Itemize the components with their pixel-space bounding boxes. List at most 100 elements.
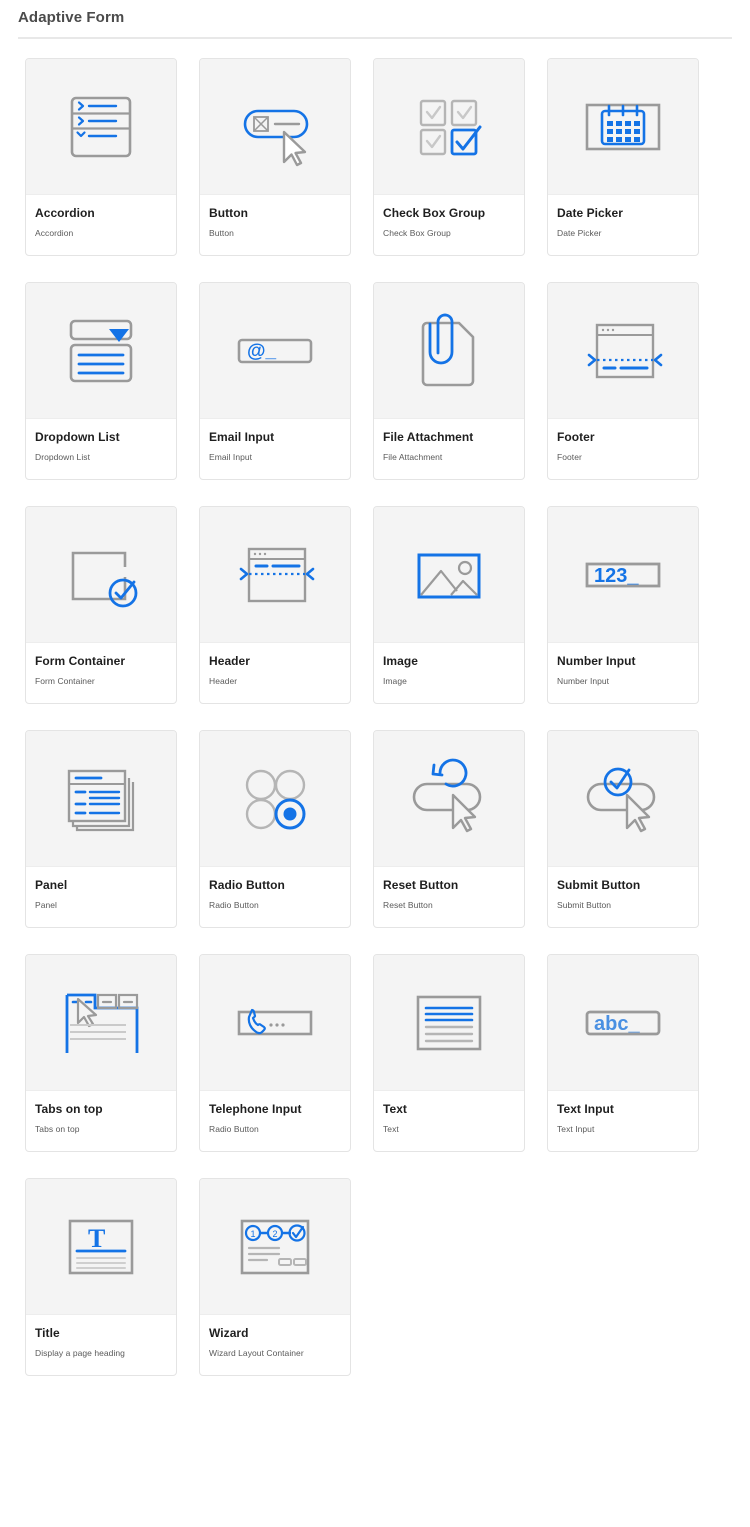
component-card-title[interactable]: T Title Display a page heading <box>25 1178 177 1376</box>
card-media <box>374 731 524 867</box>
card-media <box>548 59 698 195</box>
calendar-icon <box>585 103 661 150</box>
component-card-telephone-input[interactable]: Telephone Input Radio Button <box>199 954 351 1152</box>
svg-text:abc_: abc_ <box>594 1013 640 1035</box>
submit-button-icon <box>586 767 656 832</box>
svg-text:@_: @_ <box>247 341 277 362</box>
component-card-dropdown-list[interactable]: Dropdown List Dropdown List <box>25 282 177 480</box>
card-body: Date Picker Date Picker <box>548 195 698 255</box>
footer-icon <box>587 323 663 378</box>
card-body: Wizard Wizard Layout Container <box>200 1315 350 1375</box>
card-media: 1 2 <box>200 1179 350 1315</box>
button-icon <box>243 109 309 166</box>
card-title: Footer <box>557 430 595 444</box>
card-subtitle: Number Input <box>557 676 610 686</box>
text-icon <box>416 995 482 1050</box>
svg-text:123_: 123_ <box>594 565 639 587</box>
component-card-check-box-group[interactable]: Check Box Group Check Box Group <box>373 58 525 256</box>
component-card-footer[interactable]: Footer Footer <box>547 282 699 480</box>
card-subtitle: Footer <box>557 452 582 462</box>
card-media <box>200 59 350 195</box>
component-card-button[interactable]: Button Button <box>199 58 351 256</box>
component-card-text[interactable]: Text Text <box>373 954 525 1152</box>
number-input-icon: 123_ <box>585 562 661 587</box>
card-media <box>26 731 176 867</box>
card-subtitle: Wizard Layout Container <box>209 1348 304 1358</box>
card-media: abc_ <box>548 955 698 1091</box>
component-card-image[interactable]: Image Image <box>373 506 525 704</box>
card-title: Form Container <box>35 654 126 668</box>
card-title: Tabs on top <box>35 1102 103 1116</box>
component-card-reset-button[interactable]: Reset Button Reset Button <box>373 730 525 928</box>
card-body: Number Input Number Input <box>548 643 698 703</box>
radio-button-icon <box>245 769 306 829</box>
card-title: Date Picker <box>557 206 623 220</box>
accordion-icon <box>70 96 132 157</box>
card-body: File Attachment File Attachment <box>374 419 524 479</box>
card-body: Dropdown List Dropdown List <box>26 419 176 479</box>
component-card-wizard[interactable]: 1 2 Wizard Wizard Layout Container <box>199 1178 351 1376</box>
card-media <box>26 283 176 419</box>
card-subtitle: Radio Button <box>209 900 259 910</box>
component-card-accordion[interactable]: Accordion Accordion <box>25 58 177 256</box>
header-divider <box>18 37 732 39</box>
component-card-header[interactable]: Header Header <box>199 506 351 704</box>
form-container-icon <box>71 551 138 607</box>
card-subtitle: Display a page heading <box>35 1348 125 1358</box>
card-subtitle: Submit Button <box>557 900 612 910</box>
card-title: Panel <box>35 878 68 892</box>
component-card-submit-button[interactable]: Submit Button Submit Button <box>547 730 699 928</box>
card-subtitle: Email Input <box>209 452 253 462</box>
card-body: Button Button <box>200 195 350 255</box>
text-input-icon: abc_ <box>585 1010 661 1035</box>
card-media <box>548 731 698 867</box>
card-body: Header Header <box>200 643 350 703</box>
svg-text:T: T <box>88 1224 105 1253</box>
card-body: Email Input Email Input <box>200 419 350 479</box>
card-media <box>548 283 698 419</box>
card-subtitle: Dropdown List <box>35 452 90 462</box>
card-title: Wizard <box>209 1326 249 1340</box>
card-subtitle: Header <box>209 676 238 686</box>
page-header: Adaptive Form <box>0 0 750 27</box>
card-subtitle: Button <box>209 228 234 238</box>
card-media <box>374 283 524 419</box>
card-media <box>374 59 524 195</box>
card-body: Radio Button Radio Button <box>200 867 350 927</box>
card-subtitle: Radio Button <box>209 1124 259 1134</box>
card-title: Email Input <box>209 430 275 444</box>
paperclip-document-icon <box>421 313 475 386</box>
card-media <box>26 507 176 643</box>
component-card-form-container[interactable]: Form Container Form Container <box>25 506 177 704</box>
component-card-number-input[interactable]: 123_ Number Input Number Input <box>547 506 699 704</box>
card-title: Text Input <box>557 1102 614 1116</box>
card-subtitle: Image <box>383 676 407 686</box>
card-title: Accordion <box>35 206 95 220</box>
component-card-file-attachment[interactable]: File Attachment File Attachment <box>373 282 525 480</box>
telephone-input-icon <box>237 1008 313 1035</box>
card-title: Reset Button <box>383 878 459 892</box>
card-title: Number Input <box>557 654 636 668</box>
card-media: T <box>26 1179 176 1315</box>
check-box-group-icon <box>419 99 482 155</box>
component-card-radio-button[interactable]: Radio Button Radio Button <box>199 730 351 928</box>
component-card-email-input[interactable]: @_ Email Input Email Input <box>199 282 351 480</box>
card-title: Submit Button <box>557 878 641 892</box>
component-card-panel[interactable]: Panel Panel <box>25 730 177 928</box>
component-card-date-picker[interactable]: Date Picker Date Picker <box>547 58 699 256</box>
component-card-tabs-on-top[interactable]: Tabs on top Tabs on top <box>25 954 177 1152</box>
card-body: Reset Button Reset Button <box>374 867 524 927</box>
component-card-text-input[interactable]: abc_ Text Input Text Input <box>547 954 699 1152</box>
svg-text:1: 1 <box>250 1229 255 1239</box>
card-media <box>200 955 350 1091</box>
card-subtitle: Tabs on top <box>35 1124 80 1134</box>
card-body: Form Container Form Container <box>26 643 176 703</box>
card-media <box>374 507 524 643</box>
card-title: Header <box>209 654 250 668</box>
card-body: Tabs on top Tabs on top <box>26 1091 176 1151</box>
card-subtitle: Check Box Group <box>383 228 451 238</box>
card-subtitle: File Attachment <box>383 452 443 462</box>
card-subtitle: Text Input <box>557 1124 595 1134</box>
tabs-on-top-icon <box>65 993 139 1053</box>
card-title: Telephone Input <box>209 1102 302 1116</box>
